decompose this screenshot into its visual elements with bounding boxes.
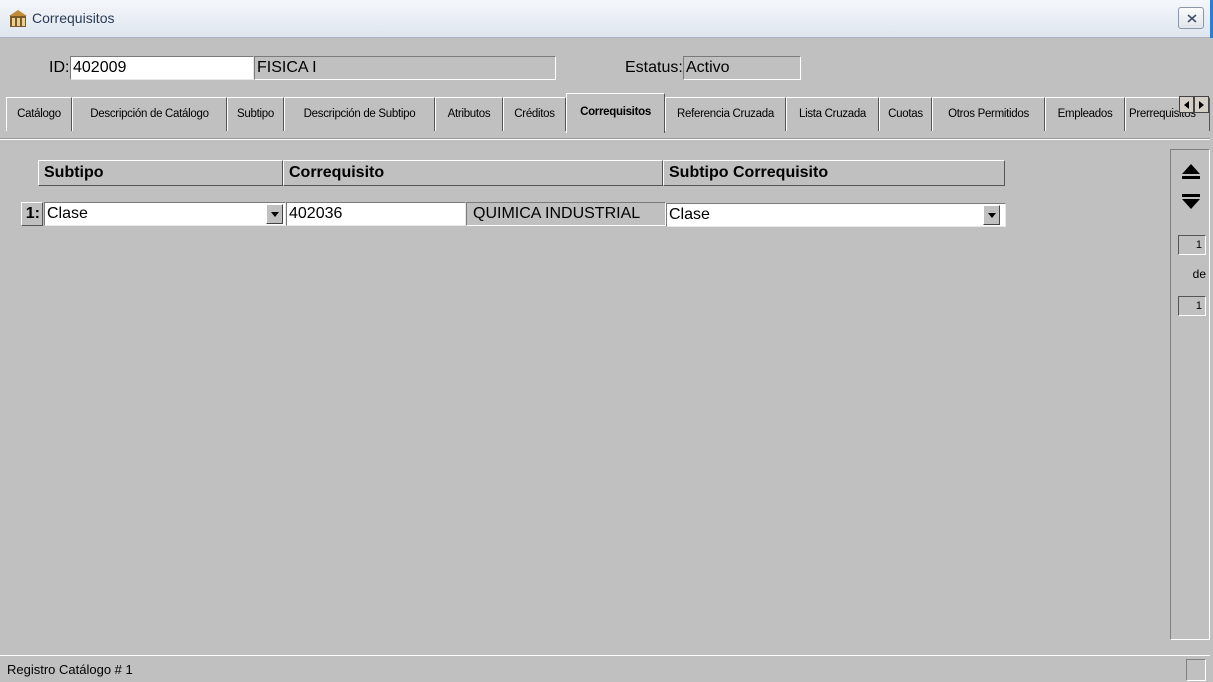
window-title: Correquisitos bbox=[32, 10, 115, 26]
close-icon bbox=[1187, 14, 1197, 23]
total-records-box: 1 bbox=[1178, 296, 1206, 316]
column-header-correquisito: Correquisito bbox=[283, 160, 663, 186]
arrow-down-icon[interactable] bbox=[1178, 190, 1204, 216]
status-panel bbox=[1186, 659, 1206, 681]
title-bar: Correquisitos bbox=[0, 0, 1210, 38]
column-header-subtipo: Subtipo bbox=[38, 160, 283, 186]
tab-cuotas[interactable]: Cuotas bbox=[879, 97, 932, 131]
scroll-right-icon bbox=[1199, 101, 1204, 109]
correquisito-name-field: QUIMICA INDUSTRIAL bbox=[466, 202, 666, 226]
course-name-field: FISICA I bbox=[254, 56, 556, 80]
status-text: Registro Catálogo # 1 bbox=[7, 662, 133, 677]
tab-scroll-left-button[interactable] bbox=[1179, 96, 1194, 113]
scroll-left-icon bbox=[1184, 101, 1189, 109]
app-icon bbox=[9, 10, 27, 27]
tab-descripcion-subtipo[interactable]: Descripción de Subtipo bbox=[284, 97, 435, 131]
close-button[interactable] bbox=[1178, 7, 1204, 29]
tab-empleados[interactable]: Empleados bbox=[1045, 97, 1125, 131]
column-header-subtipo-correquisito: Subtipo Correquisito bbox=[663, 160, 1005, 186]
subtipo-correquisito-dropdown-button[interactable] bbox=[983, 205, 1000, 225]
current-record-box: 1 bbox=[1178, 235, 1206, 255]
status-field: Activo bbox=[683, 56, 801, 80]
status-bar: Registro Catálogo # 1 bbox=[0, 655, 1210, 682]
tab-otros-permitidos[interactable]: Otros Permitidos bbox=[932, 97, 1045, 131]
arrow-up-icon[interactable] bbox=[1178, 157, 1204, 183]
tab-atributos[interactable]: Atributos bbox=[435, 97, 503, 131]
subtipo-correquisito-select[interactable]: Clase bbox=[666, 203, 1006, 227]
correquisito-id-field[interactable]: 402036 bbox=[286, 202, 466, 226]
id-label: ID: bbox=[49, 59, 70, 76]
chevron-down-icon bbox=[988, 213, 996, 218]
tab-referencia-cruzada[interactable]: Referencia Cruzada bbox=[665, 97, 786, 131]
subtipo-select[interactable]: Clase bbox=[44, 202, 286, 226]
tab-lista-cruzada[interactable]: Lista Cruzada bbox=[786, 97, 879, 131]
chevron-down-icon bbox=[271, 212, 279, 217]
tab-strip: Catálogo Descripción de Catálogo Subtipo… bbox=[0, 92, 1210, 134]
record-navigator: 1 de 1 bbox=[1170, 149, 1210, 640]
tab-divider bbox=[0, 138, 1210, 140]
subtipo-dropdown-button[interactable] bbox=[266, 204, 283, 224]
tab-scroll-right-button[interactable] bbox=[1194, 96, 1209, 113]
tab-catalogo[interactable]: Catálogo bbox=[6, 97, 72, 131]
tab-creditos[interactable]: Créditos bbox=[503, 97, 566, 131]
of-label: de bbox=[1192, 267, 1206, 281]
tab-descripcion-catalogo[interactable]: Descripción de Catálogo bbox=[72, 97, 227, 131]
tab-subtipo[interactable]: Subtipo bbox=[227, 97, 284, 131]
tab-correquisitos[interactable]: Correquisitos bbox=[566, 93, 665, 133]
row-number: 1: bbox=[21, 202, 43, 226]
correquisitos-window: Correquisitos ID: 402009 FISICA I Estatu… bbox=[0, 0, 1213, 682]
id-field[interactable]: 402009 bbox=[70, 56, 254, 80]
status-label: Estatus: bbox=[625, 59, 683, 76]
